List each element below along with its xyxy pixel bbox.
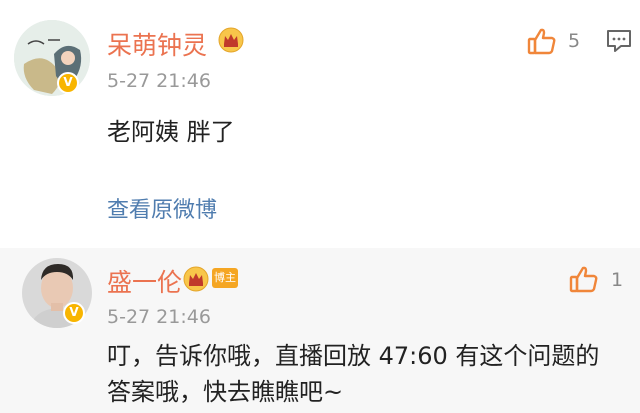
like-button[interactable] xyxy=(569,264,599,298)
crown-icon[interactable] xyxy=(183,266,209,296)
username[interactable]: 盛一伦 xyxy=(107,263,182,299)
like-button[interactable] xyxy=(527,26,557,60)
verified-badge-icon: V xyxy=(57,72,79,94)
view-original-weibo-link[interactable]: 查看原微博 xyxy=(107,192,217,224)
like-count: 1 xyxy=(611,269,624,291)
like-count: 5 xyxy=(568,30,581,52)
comment-text: 老阿姨 胖了 xyxy=(107,118,235,146)
comment-time: 5-27 21:46 xyxy=(107,306,211,328)
verified-badge-icon: V xyxy=(63,302,85,324)
comment-text-line: 答案哦，快去瞧瞧吧~ xyxy=(107,378,344,406)
thumbs-up-icon xyxy=(527,28,556,55)
username[interactable]: 呆萌钟灵 xyxy=(107,26,207,62)
crown-icon[interactable] xyxy=(218,27,244,57)
comment-item: V 呆萌钟灵 5-27 21:46 老阿姨 胖了 查看原微博 5 xyxy=(0,0,640,248)
host-badge: 博主 xyxy=(212,268,238,288)
comment-text-line: 叮，告诉你哦，直播回放 47:60 有这个问题的 xyxy=(107,342,600,370)
comment-time: 5-27 21:46 xyxy=(107,70,211,92)
comment-icon[interactable] xyxy=(605,28,633,58)
thumbs-up-icon xyxy=(569,266,598,293)
comment-text: 叮，告诉你哦，直播回放 47:60 有这个问题的 答案哦，快去瞧瞧吧~ xyxy=(107,338,599,410)
